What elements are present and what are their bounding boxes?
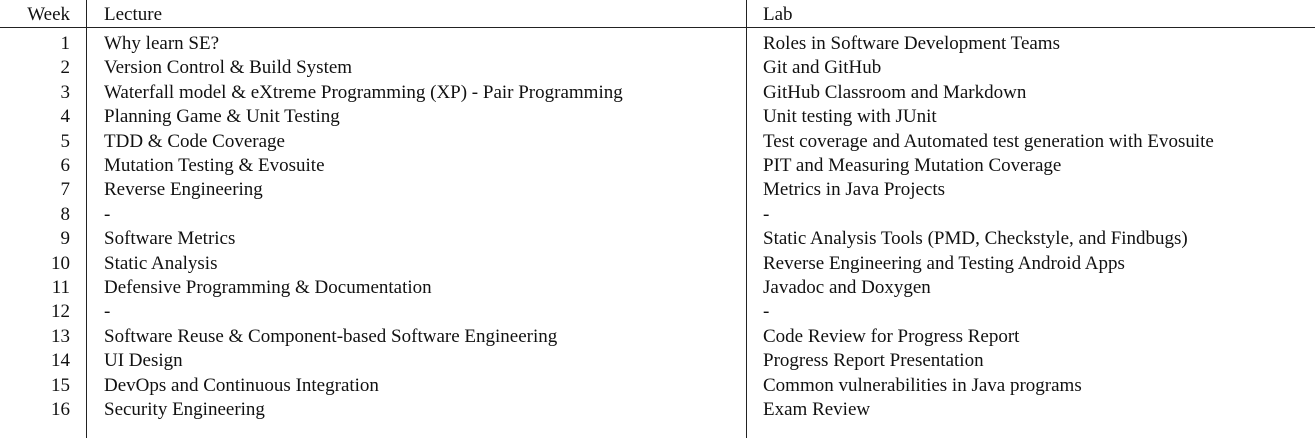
lab-cell: Exam Review — [763, 399, 871, 420]
lab-cell: Metrics in Java Projects — [763, 179, 946, 201]
lab-cell: Code Review for Progress Report — [763, 325, 1020, 347]
week-cell: 3 — [60, 81, 71, 103]
week-cell: 1 — [60, 33, 71, 54]
week-cell: 13 — [51, 325, 70, 347]
table-row: 3 Waterfall model & eXtreme Programming (… — [0, 81, 1315, 105]
table-row: 13 Software Reuse & Component-based Softw… — [0, 325, 1315, 349]
lecture-cell: Waterfall model & eXtreme Programming (X… — [104, 81, 623, 103]
lab-cell: Reverse Engineering and Testing Android … — [763, 252, 1125, 274]
week-cell: 2 — [60, 57, 71, 79]
table-row: 14 UI Design Progress Report Presentation — [0, 349, 1315, 373]
lab-cell: Common vulnerabilities in Java programs — [763, 374, 1082, 396]
week-cell: 6 — [60, 155, 71, 176]
week-cell: 16 — [51, 399, 70, 420]
lecture-cell: - — [104, 301, 111, 323]
table-row: 8 - - — [0, 203, 1315, 227]
table-row: 2 Version Control & Build System Git and G… — [0, 56, 1315, 80]
week-cell: 11 — [51, 277, 70, 298]
table-row: 5 TDD & Code Coverage Test coverage and Au… — [0, 130, 1315, 154]
lab-cell: PIT and Measuring Mutation Coverage — [763, 155, 1062, 176]
lecture-cell: Reverse Engineering — [104, 179, 263, 201]
lecture-cell: Software Metrics — [104, 228, 236, 250]
lab-cell: Git and GitHub — [763, 57, 882, 79]
table-row: 4 Planning Game & Unit Testing Unit testin… — [0, 105, 1315, 129]
table-row: 1 Why learn SE? Roles in Software Developm… — [0, 32, 1315, 56]
table-row: 6 Mutation Testing & Evosuite PIT and Meas… — [0, 154, 1315, 178]
lab-cell: - — [763, 301, 770, 323]
table-row: 15 DevOps and Continuous Integration Commo… — [0, 374, 1315, 398]
lecture-cell: Version Control & Build System — [104, 57, 353, 79]
header-rule — [0, 27, 1315, 28]
header-week: Week — [27, 4, 70, 25]
table-header-row: Week Lecture Lab — [0, 3, 1315, 27]
week-cell: 10 — [51, 252, 70, 274]
table-row: 11 Defensive Programming & Documentation J… — [0, 276, 1315, 300]
lecture-cell: Planning Game & Unit Testing — [104, 106, 340, 128]
table-row: 9 Software Metrics Static Analysis Tools (… — [0, 227, 1315, 251]
table-row: 12 - - — [0, 300, 1315, 324]
week-cell: 15 — [51, 374, 70, 396]
lecture-cell: Static Analysis — [104, 252, 218, 274]
week-cell: 9 — [60, 228, 71, 250]
course-schedule-table: Week Lecture Lab 1 Why learn SE? Roles in … — [0, 0, 1315, 439]
lab-cell: Javadoc and Doxygen — [763, 277, 931, 298]
lab-cell: Static Analysis Tools (PMD, Checkstyle, … — [763, 228, 1188, 250]
lab-cell: Roles in Software Development Teams — [763, 33, 1060, 54]
lab-cell: GitHub Classroom and Markdown — [763, 81, 1027, 103]
table-row: 10 Static Analysis Reverse Engineering and… — [0, 252, 1315, 276]
table-row: 7 Reverse Engineering Metrics in Java Proj… — [0, 178, 1315, 202]
lecture-cell: TDD & Code Coverage — [104, 130, 285, 152]
lecture-cell: Software Reuse & Component-based Softwar… — [104, 325, 558, 347]
lecture-cell: Security Engineering — [104, 399, 265, 420]
lab-cell: Progress Report Presentation — [763, 350, 984, 372]
lecture-cell: Why learn SE? — [104, 33, 220, 54]
week-cell: 7 — [60, 179, 71, 201]
lab-cell: Test coverage and Automated test generat… — [763, 130, 1214, 152]
week-cell: 14 — [51, 350, 70, 372]
lab-cell: - — [763, 203, 770, 225]
table-row: 16 Security Engineering Exam Review — [0, 398, 1315, 422]
week-cell: 8 — [60, 203, 71, 225]
week-cell: 5 — [60, 130, 71, 152]
lecture-cell: DevOps and Continuous Integration — [104, 374, 379, 396]
header-lab: Lab — [763, 4, 793, 25]
lecture-cell: UI Design — [104, 350, 183, 372]
lecture-cell: Mutation Testing & Evosuite — [104, 155, 325, 176]
lab-cell: Unit testing with JUnit — [763, 106, 937, 128]
lecture-cell: Defensive Programming & Documentation — [104, 277, 432, 298]
header-lecture: Lecture — [104, 4, 163, 25]
week-cell: 12 — [51, 301, 70, 323]
lecture-cell: - — [104, 203, 111, 225]
week-cell: 4 — [60, 106, 71, 128]
